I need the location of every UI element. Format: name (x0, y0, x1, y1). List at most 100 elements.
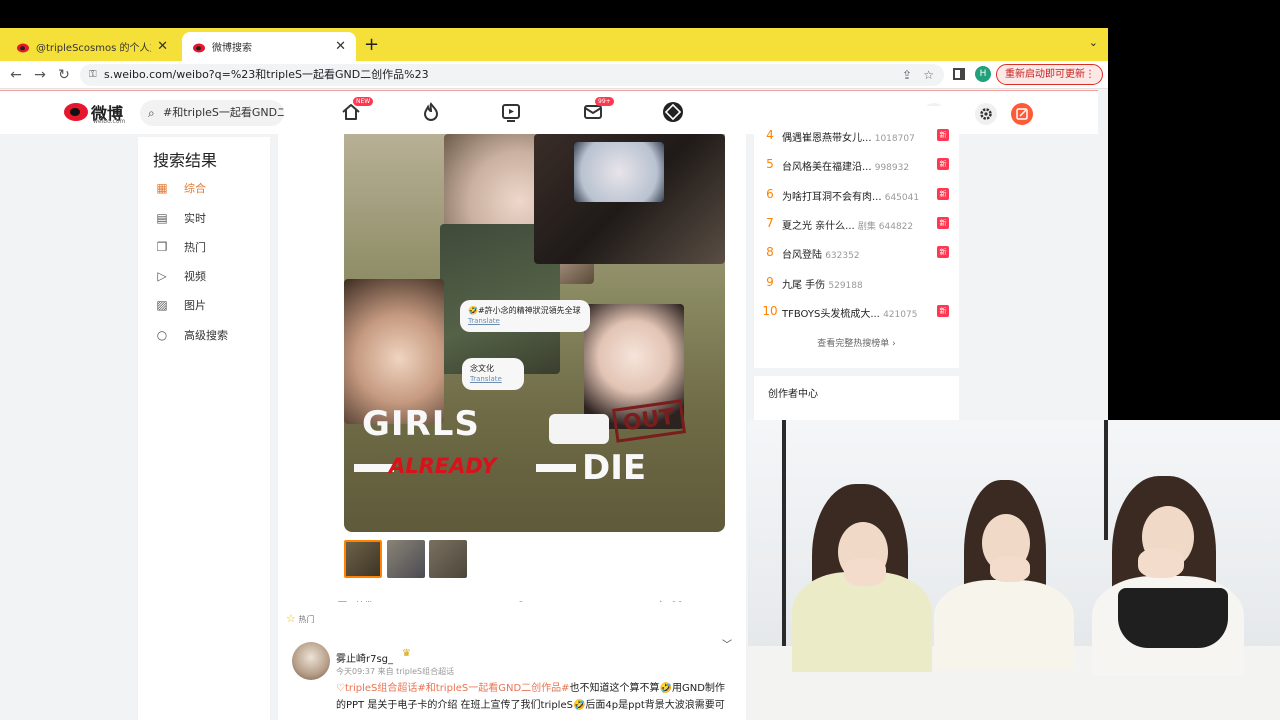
avatar[interactable] (292, 642, 330, 680)
tab-weibo-search[interactable]: 微博搜索 ✕ (182, 32, 356, 61)
translate-link[interactable]: Translate (468, 316, 582, 327)
crown-badge-icon: ♛ (402, 648, 411, 659)
profile-avatar[interactable]: H (975, 66, 991, 82)
hot-topic: 台风登陆 632352 (782, 246, 860, 261)
search-input[interactable]: ⌕ #和tripleS一起看GND二 (140, 100, 284, 126)
reload-icon[interactable]: ↻ (54, 65, 74, 85)
hot-search-row[interactable]: 5 台风格美在福建沿... 998932 新 (754, 155, 959, 175)
video-icon: ▷ (157, 269, 167, 283)
address-bar[interactable]: ⚿ s.weibo.com/weibo?q=%23和tripleS一起看GND二… (80, 64, 944, 86)
nav-item-images[interactable]: ▨ 图片 (154, 295, 206, 315)
chevron-down-icon[interactable]: ﹀ (722, 636, 732, 651)
person-middle (928, 480, 1078, 670)
nav-item-advanced-search[interactable]: ○ 高级搜索 (154, 325, 228, 345)
wallet-badge-icon[interactable] (662, 101, 686, 125)
hot-search-row[interactable]: 9 九尾 手伤 529188 (754, 273, 959, 293)
mail-icon[interactable]: 99+ (582, 97, 614, 125)
new-badge: 新 (937, 216, 949, 229)
nav-heading: 搜索结果 (153, 151, 218, 170)
nav-item-realtime[interactable]: ▤ 实时 (154, 208, 206, 228)
site-info-icon[interactable]: ⚿ (89, 64, 97, 86)
post-card: 🤣#許小念的精神狀況領先全球 Translate 念文化 Translate G… (278, 134, 746, 624)
url-text: s.weibo.com/weibo?q=%23和tripleS一起看GND二创作… (104, 68, 429, 81)
hot-topic: 偶遇崔恩燕带女儿... 1018707 (782, 129, 915, 144)
hot-rank: 5 (766, 157, 774, 172)
view-full-hot-search-link[interactable]: 查看完整热搜榜单 › (754, 336, 959, 349)
hot-topic-text: 台风登陆 (782, 250, 822, 262)
grid-icon: ▦ (156, 181, 168, 195)
hot-tag: ☆ 热门 (286, 612, 314, 625)
translate-link[interactable]: Translate (470, 374, 516, 385)
thumbnail-3[interactable] (429, 540, 467, 578)
hot-heat: 998932 (874, 163, 910, 174)
video-play-icon[interactable] (500, 101, 524, 125)
hot-topic-text: 夏之光 亲什么... (782, 220, 855, 232)
hot-search-card: 4 偶遇崔恩燕带女儿... 1018707 新 5 台风格美在福建沿... 998932… (754, 106, 959, 368)
hot-rank: 8 (766, 245, 774, 260)
trending-fire-icon[interactable] (420, 101, 444, 125)
hashtag-link[interactable]: ♡tripleS组合超话#和tripleS一起看GND二创作品# (336, 683, 570, 694)
menu-icon[interactable]: ⋮ (1085, 65, 1095, 84)
back-icon[interactable]: ← (6, 65, 26, 85)
hot-search-row[interactable]: 4 偶遇崔恩燕带女儿... 1018707 新 (754, 126, 959, 146)
chevron-down-icon[interactable]: ⌄ (1089, 36, 1098, 49)
username[interactable]: 雾止崎r7sg_ (336, 650, 393, 665)
post-image[interactable]: 🤣#許小念的精神狀況領先全球 Translate 念文化 Translate G… (344, 134, 725, 532)
hot-heat: 1018707 (874, 134, 915, 144)
person-right (1088, 476, 1248, 676)
hot-search-row[interactable]: 8 台风登陆 632352 新 (754, 243, 959, 263)
post-text-part: 也不知道这个算不算🤣用GND制作 (569, 683, 725, 694)
forward-icon[interactable]: → (30, 65, 50, 85)
home-icon[interactable]: NEW (340, 97, 374, 125)
nav-item-comprehensive[interactable]: ▦ 综合 (154, 178, 206, 198)
search-results-nav: 搜索结果 ▦ 综合 ▤ 实时 ❐ 热门 ▷ 视频 ▨ 图片 ○ 高级搜索 (138, 137, 270, 720)
strike-bar (536, 464, 576, 472)
weibo-eye-icon (64, 103, 88, 121)
search-value: #和tripleS一起看GND二 (163, 106, 284, 119)
message-count-badge: 99+ (595, 97, 614, 106)
search-icon: ○ (156, 328, 168, 342)
tab-profile[interactable]: @tripleScosmos 的个人主页 - ✕ (6, 32, 178, 61)
close-icon[interactable]: ✕ (335, 39, 346, 54)
tab-title: @tripleScosmos 的个人主页 - (36, 43, 151, 54)
hot-topic: 夏之光 亲什么... 剧集 644822 (782, 217, 913, 232)
nav-item-video[interactable]: ▷ 视频 (154, 266, 206, 286)
hot-heat: 645041 (884, 192, 920, 203)
compose-post-icon[interactable] (1011, 103, 1033, 125)
overlay-text-girls: GIRLS (362, 404, 480, 444)
thumbnail-1[interactable] (344, 540, 382, 578)
chat-bubble: 🤣#許小念的精神狀況領先全球 Translate (460, 300, 590, 332)
photo-smiling (344, 279, 444, 424)
creator-center-card[interactable]: 创作者中心 (754, 376, 959, 420)
hot-rank: 6 (766, 186, 774, 201)
hot-icon: ❐ (156, 240, 168, 254)
hot-rank: 7 (766, 215, 774, 230)
share-icon[interactable]: ⇪ (902, 64, 912, 86)
weibo-logo[interactable]: 微博 weibo.com (64, 99, 130, 127)
thumbnail-2[interactable] (387, 540, 425, 578)
logo-sub: weibo.com (93, 118, 126, 125)
nav-item-label: 高级搜索 (184, 329, 228, 342)
nav-item-hot[interactable]: ❐ 热门 (154, 237, 206, 257)
close-icon[interactable]: ✕ (157, 39, 168, 54)
new-badge: 新 (937, 246, 949, 259)
person-left (788, 482, 938, 672)
weibo-favicon-icon (192, 40, 206, 54)
realtime-icon: ▤ (156, 211, 168, 225)
tab-strip: @tripleScosmos 的个人主页 - ✕ 微博搜索 ✕ + ⌄ (0, 28, 1108, 61)
new-tab-icon[interactable]: + (364, 34, 379, 55)
hot-rank: 4 (766, 128, 774, 142)
bookmark-star-icon[interactable]: ☆ (923, 64, 934, 86)
nav-item-label: 热门 (184, 241, 206, 254)
hot-rank: 10 (762, 303, 778, 318)
update-button[interactable]: 重新启动即可更新 ⋮ (996, 64, 1103, 85)
hot-search-row[interactable]: 7 夏之光 亲什么... 剧集 644822 新 (754, 214, 959, 234)
side-panel-icon[interactable] (953, 68, 965, 80)
hot-search-row[interactable]: 6 为啥打耳洞不会有肉... 645041 新 (754, 185, 959, 205)
hot-topic: 为啥打耳洞不会有肉... 645041 (782, 188, 919, 203)
hot-search-row[interactable]: 10 TFBOYS头发梳成大... 421075 新 (754, 302, 959, 322)
settings-gear-icon[interactable] (975, 103, 997, 125)
post-meta: 今天09:37 来自 tripleS组合超话 (336, 667, 455, 676)
photo-white-patch (549, 414, 609, 444)
overlay-text-already: ALREADY (389, 454, 497, 478)
